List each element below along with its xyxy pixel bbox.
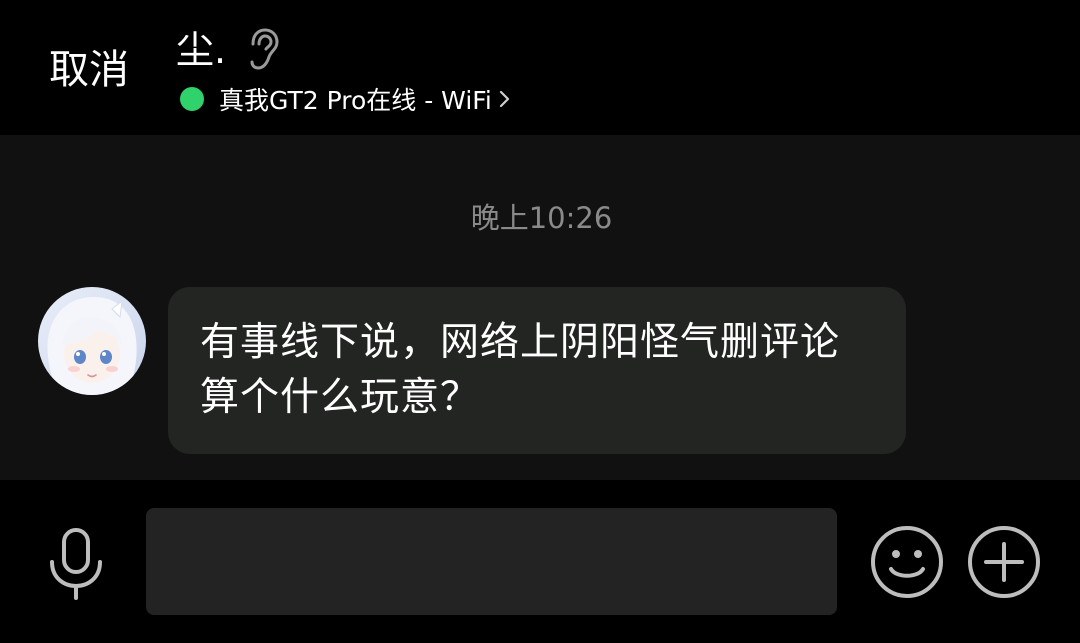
avatar[interactable] xyxy=(38,287,146,395)
input-bar xyxy=(0,480,1080,643)
plus-circle-icon[interactable] xyxy=(966,524,1042,600)
message-timestamp: 晚上10:26 xyxy=(470,201,613,235)
smiley-face-icon[interactable] xyxy=(869,524,945,600)
contact-name[interactable]: 尘. xyxy=(176,26,226,74)
device-status-text: 真我GT2 Pro在线 - WiFi xyxy=(219,86,492,115)
avatar-image xyxy=(38,287,146,395)
chevron-right-icon xyxy=(499,90,509,108)
microphone-icon[interactable] xyxy=(44,526,108,602)
chat-header: 取消 尘. 真我GT2 Pro在线 - WiFi xyxy=(0,0,1080,135)
online-status-dot xyxy=(180,87,204,111)
message-bubble[interactable]: 有事线下说，网络上阴阳怪气删评论算个什么玩意？ xyxy=(168,287,906,454)
online-status[interactable]: 真我GT2 Pro在线 - WiFi xyxy=(180,84,512,115)
message-input[interactable] xyxy=(146,508,837,615)
ear-icon[interactable] xyxy=(244,27,280,71)
chat-screen: 取消 尘. 真我GT2 Pro在线 - WiFi 晚上10:26 有事线下说，网… xyxy=(0,0,1080,643)
message-list: 晚上10:26 有事线下说，网络上阴阳怪气删评论算个什么玩意？ xyxy=(0,135,1080,480)
cancel-button[interactable]: 取消 xyxy=(49,44,129,96)
